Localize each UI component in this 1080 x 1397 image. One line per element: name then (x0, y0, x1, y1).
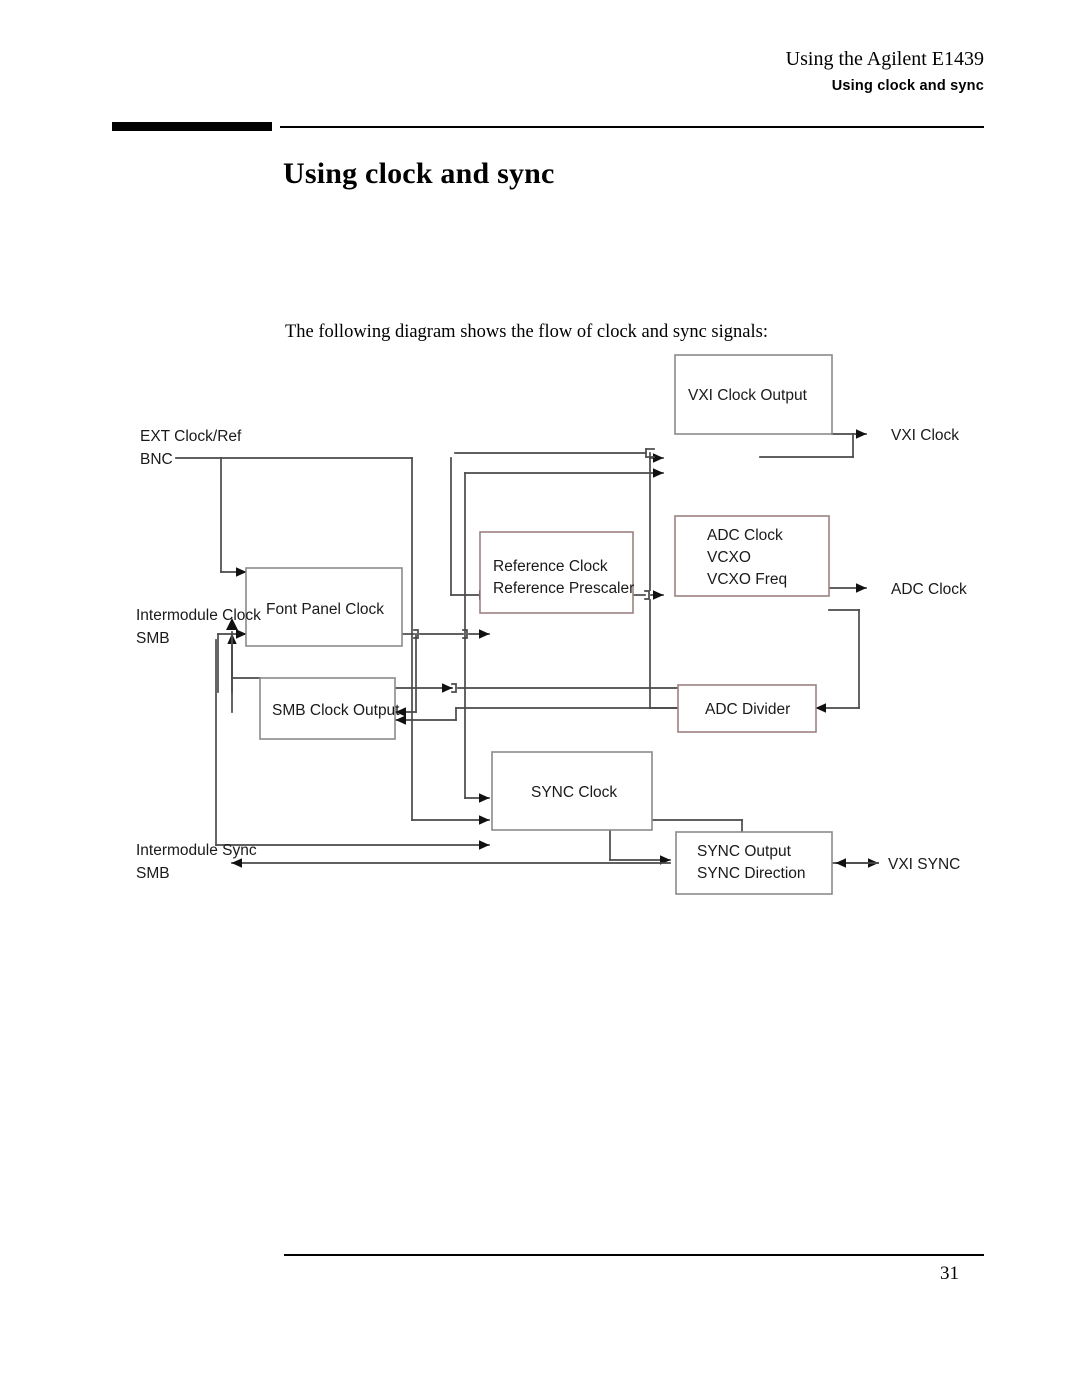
document-page: Using the Agilent E1439 Using clock and … (0, 0, 1080, 1397)
label-adc-clock-line3: VCXO Freq (707, 571, 787, 588)
label-sync-clock: SYNC Clock (531, 784, 617, 801)
port-vxi-sync: VXI SYNC (888, 856, 960, 873)
port-intermodule-sync-line2: SMB (136, 865, 170, 882)
label-vxi-clock-output: VXI Clock Output (688, 387, 808, 404)
port-ext-clock-ref-line2: BNC (140, 451, 173, 468)
port-intermodule-clock-line2: SMB (136, 630, 170, 647)
label-reference-clock-line1: Reference Clock (493, 558, 608, 575)
footer-page-number: 31 (940, 1263, 959, 1284)
label-sync-output-line1: SYNC Output (697, 843, 792, 860)
port-vxi-clock: VXI Clock (891, 427, 959, 444)
label-adc-clock-line1: ADC Clock (707, 527, 783, 544)
header-section-title: Using clock and sync (831, 78, 984, 94)
title-rule-thin (280, 126, 984, 128)
label-adc-clock-line2: VCXO (707, 549, 751, 566)
label-sync-output-line2: SYNC Direction (697, 865, 806, 882)
footer-rule (284, 1254, 984, 1256)
diagram-box-sync-output (675, 831, 833, 895)
port-intermodule-sync-line1: Intermodule Sync (136, 842, 257, 859)
page-title: Using clock and sync (283, 157, 555, 191)
clock-sync-block-diagram: VXI Clock Output ADC Clock VCXO VCXO Fre… (0, 340, 1080, 910)
label-font-panel-clock: Font Panel Clock (266, 601, 384, 618)
running-header: Using the Agilent E1439 Using clock and … (786, 48, 984, 95)
label-smb-clock-output: SMB Clock Output (272, 702, 400, 719)
port-adc-clock: ADC Clock (891, 581, 967, 598)
port-ext-clock-ref-line1: EXT Clock/Ref (140, 428, 242, 445)
port-intermodule-clock-line1: Intermodule Clock (136, 607, 261, 624)
title-rule-thick (112, 122, 272, 131)
label-reference-clock-line2: Reference Prescaler (493, 580, 634, 597)
header-chapter-title: Using the Agilent E1439 (785, 48, 984, 70)
label-adc-divider: ADC Divider (705, 701, 790, 718)
